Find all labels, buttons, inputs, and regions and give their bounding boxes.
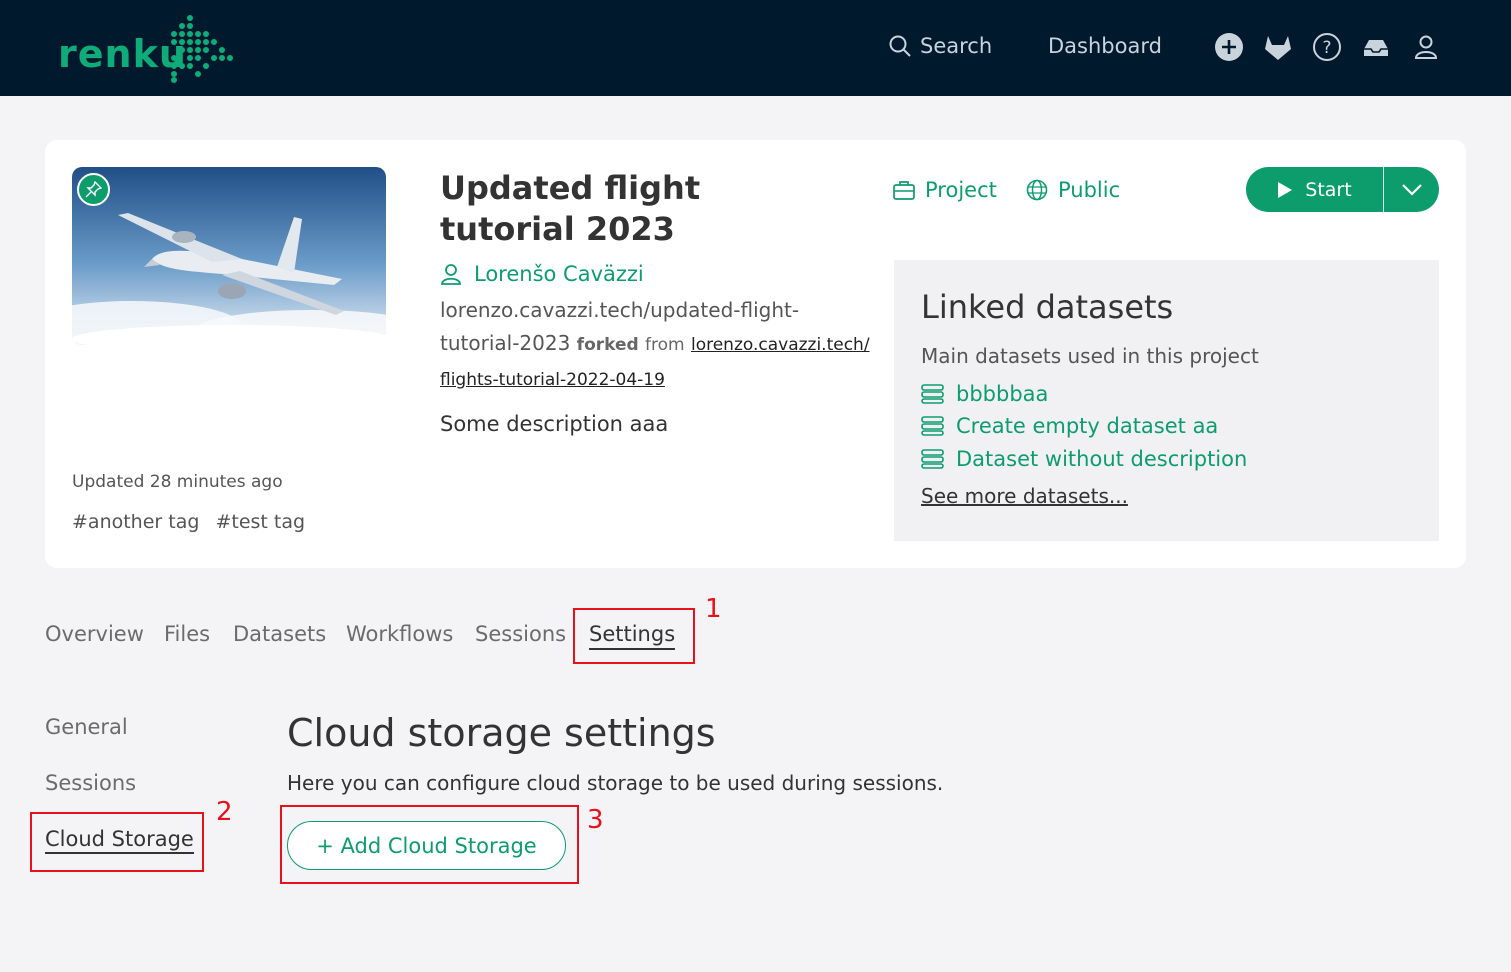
tab-sessions[interactable]: Sessions [475, 622, 566, 646]
project-author[interactable]: Lorenšo Caväzzi [440, 262, 644, 286]
linked-datasets-title: Linked datasets [921, 288, 1174, 326]
start-dropdown-toggle[interactable] [1384, 167, 1439, 212]
from-label: from [645, 335, 685, 355]
briefcase-icon [893, 181, 915, 200]
logo-mark-icon [171, 15, 233, 83]
linked-datasets-panel: Linked datasets Main datasets used in th… [894, 260, 1439, 541]
visibility-badge: Public [1026, 178, 1120, 202]
project-tags: #another tag #test tag [72, 511, 315, 533]
annotation-number: 2 [216, 797, 233, 827]
annotation-box-settings [573, 608, 695, 664]
dataset-name: bbbbbaa [956, 382, 1049, 406]
annotation-number: 3 [587, 805, 604, 835]
search-label: Search [920, 34, 993, 58]
dataset-icon [921, 416, 944, 436]
dataset-name: Create empty dataset aa [956, 414, 1219, 438]
dataset-icon [921, 384, 944, 404]
airplane-image [72, 167, 386, 345]
project-type-label: Project [925, 178, 997, 202]
start-divider [1383, 167, 1384, 212]
tab-datasets[interactable]: Datasets [233, 622, 326, 646]
tag[interactable]: #another tag [72, 511, 199, 533]
forked-label: forked [576, 335, 639, 355]
dataset-link[interactable]: bbbbbaa [921, 382, 1048, 406]
updated-timestamp: Updated 28 minutes ago [72, 472, 283, 492]
user-icon [441, 264, 461, 285]
project-card: Updated 28 minutes ago #another tag #tes… [45, 140, 1466, 568]
nav-search[interactable]: Search [888, 34, 992, 58]
globe-icon [1026, 179, 1048, 201]
dataset-icon [921, 449, 944, 469]
inbox-icon[interactable] [1361, 32, 1391, 62]
start-session-group: Start [1246, 167, 1439, 212]
search-icon [889, 35, 911, 57]
annotation-box-cloud-storage [30, 812, 204, 872]
user-icon[interactable] [1411, 32, 1441, 62]
dataset-link[interactable]: Create empty dataset aa [921, 414, 1218, 438]
visibility-label: Public [1058, 178, 1121, 202]
help-icon[interactable]: ? [1312, 32, 1342, 62]
dataset-link[interactable]: Dataset without description [921, 447, 1247, 471]
pin-icon [85, 181, 102, 198]
see-more-datasets-link[interactable]: See more datasets... [921, 484, 1128, 508]
settings-nav-sessions[interactable]: Sessions [45, 771, 136, 795]
nav-dashboard[interactable]: Dashboard [1048, 34, 1162, 58]
linked-datasets-subtitle: Main datasets used in this project [921, 344, 1259, 368]
dataset-name: Dataset without description [956, 447, 1248, 471]
tab-files[interactable]: Files [164, 622, 210, 646]
project-slug: lorenzo.cavazzi.tech/updated-flight-tuto… [440, 294, 870, 397]
top-navbar: renku Search Dashboard ? [0, 0, 1511, 96]
project-thumbnail [72, 167, 386, 345]
tag[interactable]: #test tag [215, 511, 305, 533]
cloud-storage-title: Cloud storage settings [287, 711, 716, 755]
dashboard-label: Dashboard [1048, 34, 1162, 58]
plus-circle-icon[interactable] [1214, 32, 1244, 62]
cloud-storage-description: Here you can configure cloud storage to … [287, 771, 944, 795]
renku-logo[interactable]: renku [58, 14, 238, 84]
tab-overview[interactable]: Overview [45, 622, 144, 646]
annotation-number: 1 [705, 594, 722, 624]
project-description: Some description aaa [440, 412, 669, 436]
play-icon [1278, 181, 1293, 198]
chevron-down-icon [1401, 183, 1422, 196]
annotation-box-add-button [280, 805, 579, 884]
tab-workflows[interactable]: Workflows [346, 622, 453, 646]
author-name: Lorenšo Caväzzi [474, 262, 644, 286]
project-type-badge: Project [893, 178, 997, 202]
svg-text:?: ? [1322, 38, 1331, 58]
start-button[interactable]: Start [1246, 167, 1383, 212]
start-label: Start [1305, 178, 1352, 201]
gitlab-icon[interactable] [1263, 32, 1293, 62]
pinned-badge[interactable] [77, 173, 110, 206]
project-title: Updated flight tutorial 2023 [440, 169, 701, 248]
settings-nav-general[interactable]: General [45, 715, 128, 739]
